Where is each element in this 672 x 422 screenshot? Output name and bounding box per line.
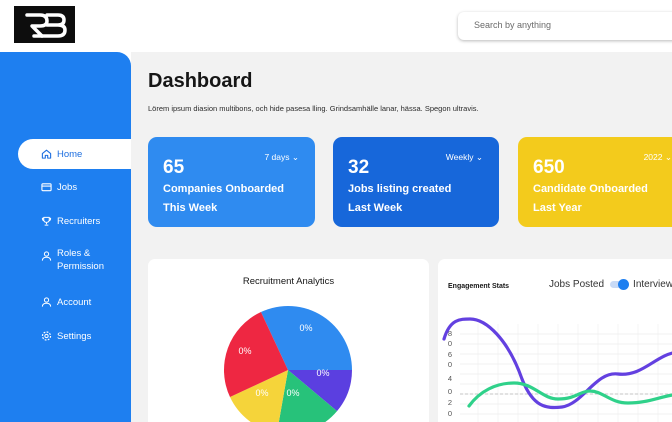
stat-card-jobs[interactable]: 32 Weekly ⌄ Jobs listing created Last We… (333, 137, 499, 227)
y-tick-label: 6 (448, 350, 452, 359)
chevron-down-icon: ⌄ (475, 152, 483, 162)
recruitment-pie-chart: 0% 0% 0% 0% 0% (224, 306, 352, 422)
recruitment-analytics-panel: Recruitment Analytics 0% 0% 0% 0% 0% (148, 259, 429, 422)
y-tick-label: 0 (448, 339, 452, 348)
page-title: Dashboard (148, 70, 253, 92)
stat-description-line: This Week (163, 202, 218, 214)
pie-slice-label: 0% (286, 388, 299, 398)
sidebar-item-roles[interactable]: Roles & Permission (0, 247, 117, 277)
chevron-down-icon: ⌄ (664, 152, 672, 162)
user-icon (41, 251, 52, 261)
sidebar-item-home[interactable]: Home (18, 139, 131, 169)
pie-slice-label: 0% (255, 388, 268, 398)
sidebar-item-label: Account (57, 296, 92, 308)
stat-description-line: Candidate Onboarded (533, 183, 648, 195)
pie-slice-label: 0% (316, 368, 329, 378)
sidebar-item-recruiters[interactable]: Recruiters (0, 206, 100, 236)
trophy-icon (41, 216, 52, 226)
brand-logo[interactable] (14, 6, 75, 43)
top-bar: Search by anything (0, 0, 672, 52)
stat-description-line: Companies Onboarded (163, 183, 285, 195)
sidebar-item-label: Home (57, 148, 83, 160)
dashboard-page: Search by anything Home Jobs Recruiters … (0, 0, 672, 422)
stat-description: Jobs listing created Last Week (348, 180, 498, 218)
gear-icon (41, 331, 52, 341)
card-icon (41, 183, 52, 192)
pie-slice-label: 0% (238, 346, 251, 356)
stat-description: Candidate Onboarded Last Year (533, 180, 672, 218)
pie-slice-label: 0% (299, 323, 312, 333)
search-input[interactable]: Search by anything (458, 12, 672, 40)
period-dropdown[interactable]: 7 days ⌄ (264, 152, 299, 163)
sidebar-item-label: Settings (57, 330, 92, 342)
stat-description-line: Jobs listing created (348, 183, 452, 195)
chevron-down-icon: ⌄ (291, 152, 299, 162)
sidebar-item-label: Recruiters (57, 215, 101, 227)
y-tick-label: 0 (448, 387, 452, 396)
y-tick-label: 4 (448, 374, 452, 383)
sidebar-item-settings[interactable]: Settings (0, 321, 91, 351)
engagement-stats-panel: Engagement Stats Jobs Posted Interviews … (438, 259, 672, 422)
period-label: Weekly (445, 152, 474, 162)
home-icon (41, 149, 52, 159)
stat-description-line: Last Year (533, 202, 582, 214)
sidebar-item-label: Jobs (57, 181, 78, 193)
stat-description-line: Last Week (348, 202, 403, 214)
user-icon (41, 297, 52, 307)
period-dropdown[interactable]: 2022 ⌄ (644, 152, 672, 163)
stat-card-candidates[interactable]: 650 2022 ⌄ Candidate Onboarded Last Year (518, 137, 672, 227)
stat-description: Companies Onboarded This Week (163, 180, 313, 218)
period-label: 7 days (264, 152, 290, 162)
stat-value: 32 (348, 157, 370, 178)
y-tick-label: 0 (448, 360, 452, 369)
period-label: 2022 (643, 152, 663, 162)
logo-mark-icon (24, 12, 67, 38)
sidebar-item-label: Roles & Permission (57, 248, 104, 272)
stat-value: 650 (533, 157, 565, 178)
sidebar-item-account[interactable]: Account (0, 287, 91, 317)
y-tick-label: 2 (448, 398, 452, 407)
sidebar-item-jobs[interactable]: Jobs (0, 172, 77, 202)
sidebar (0, 52, 131, 422)
period-dropdown[interactable]: Weekly ⌄ (446, 152, 483, 163)
panel-title: Recruitment Analytics (242, 276, 335, 287)
page-subtitle: Lörem ipsum diasion multibons, och hide … (148, 104, 479, 113)
stat-card-companies[interactable]: 65 7 days ⌄ Companies Onboarded This Wee… (148, 137, 315, 227)
engagement-line-chart: 80604020 (442, 317, 672, 422)
stat-value: 65 (163, 157, 185, 178)
y-tick-label: 0 (448, 409, 452, 418)
